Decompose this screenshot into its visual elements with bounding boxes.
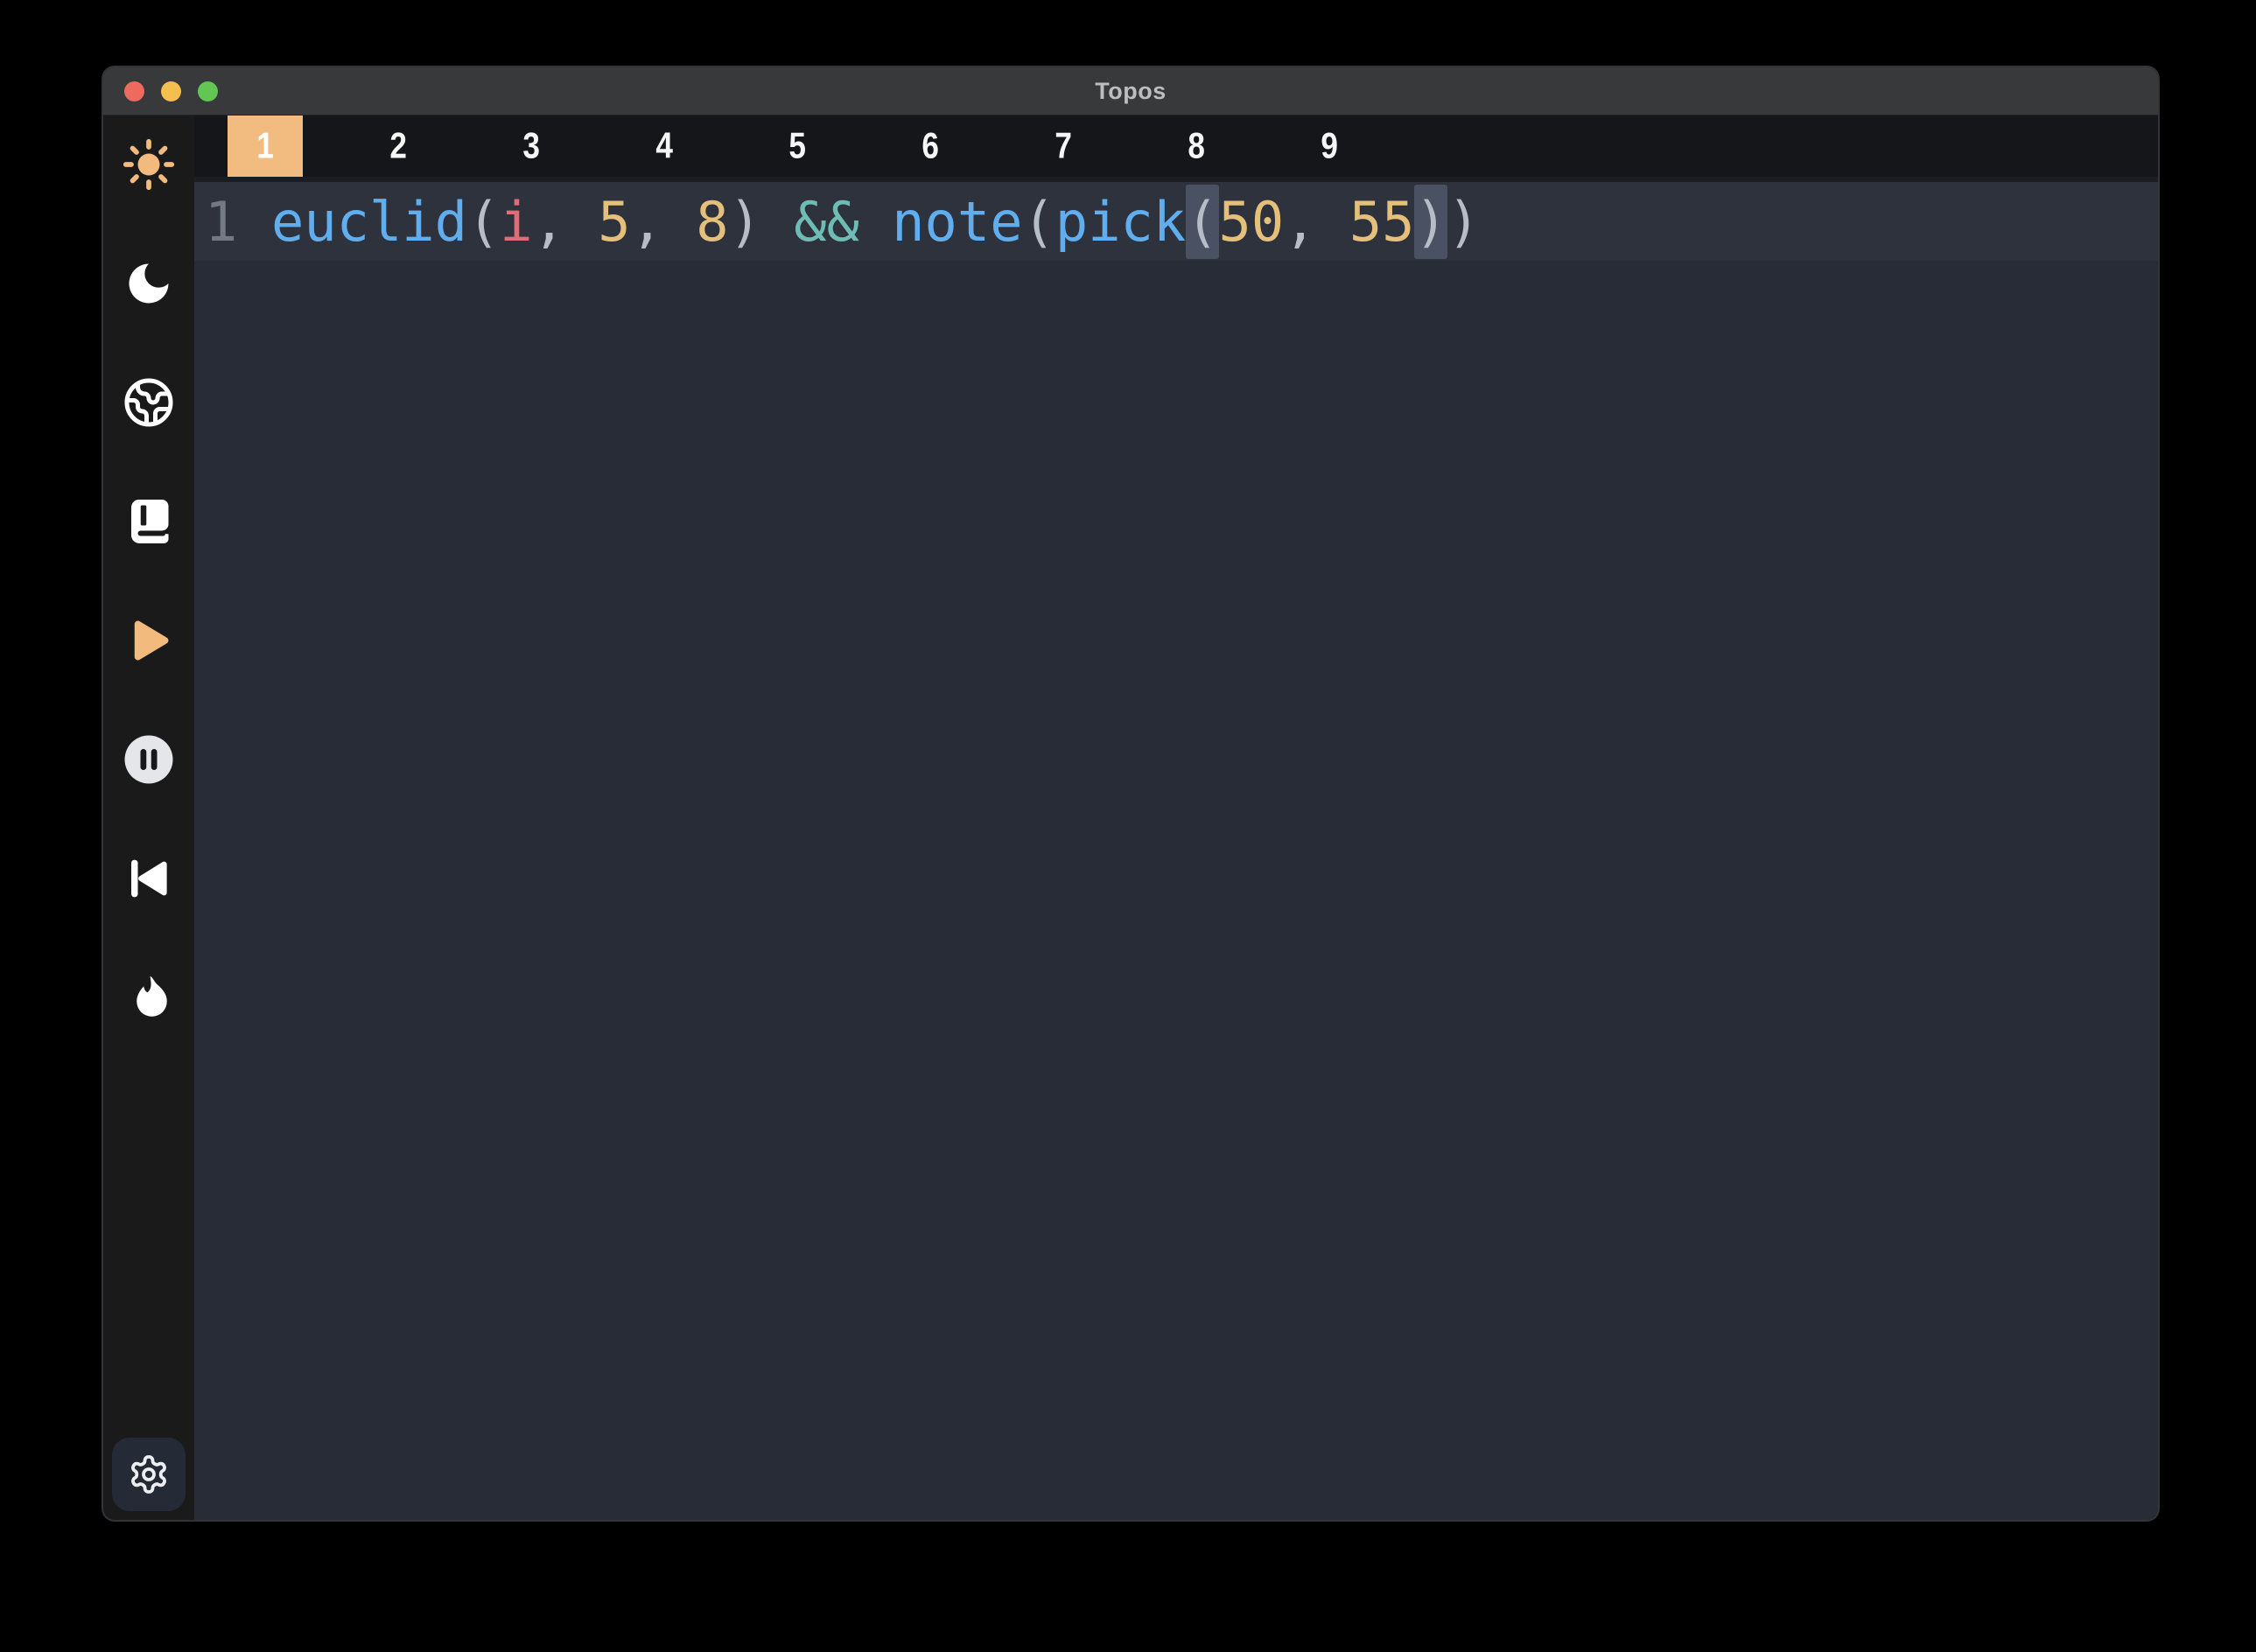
tab-label: 7 xyxy=(1054,126,1072,167)
tab-label: 2 xyxy=(389,126,407,167)
line-number: 1 xyxy=(194,190,271,254)
rewind-button[interactable] xyxy=(121,850,177,906)
sun-icon xyxy=(123,138,175,191)
code-token: , xyxy=(631,190,697,254)
code-token: note xyxy=(892,190,1022,254)
flame-icon xyxy=(123,971,175,1024)
tab-1[interactable]: 1 xyxy=(228,116,303,177)
tab-9[interactable]: 9 xyxy=(1292,116,1367,177)
code-token xyxy=(859,190,892,254)
pause-button[interactable] xyxy=(121,732,177,788)
code-token: ) xyxy=(1447,190,1480,254)
code-text: euclid(i, 5, 8) && note(pick(50, 55)) xyxy=(271,190,1480,254)
moon-icon xyxy=(123,257,175,310)
tab-label: 1 xyxy=(256,126,274,167)
code-token: , xyxy=(533,190,599,254)
code-token: ( xyxy=(467,190,500,254)
code-token: 8 xyxy=(696,190,728,254)
code-token xyxy=(761,190,794,254)
tab-5[interactable]: 5 xyxy=(760,116,835,177)
tab-bar: 1 2 3 4 5 6 7 8 9 xyxy=(194,116,2158,182)
code-token: , xyxy=(1284,190,1349,254)
flame-button[interactable] xyxy=(121,970,177,1026)
book-icon xyxy=(123,495,175,548)
code-token: && xyxy=(794,190,859,254)
topos-window: Topos 123456789 1 euclid xyxy=(103,67,2158,1520)
tab-label: 6 xyxy=(921,126,939,167)
play-button[interactable] xyxy=(121,612,177,668)
tab-label: 3 xyxy=(522,126,540,167)
tab-2[interactable]: 2 xyxy=(361,116,436,177)
globe-button[interactable] xyxy=(121,374,177,430)
settings-button[interactable] xyxy=(112,1438,186,1511)
zoom-button[interactable] xyxy=(198,81,218,102)
minimize-button[interactable] xyxy=(161,81,181,102)
docs-button[interactable] xyxy=(121,494,177,550)
play-icon xyxy=(123,614,175,667)
code-token: 50 xyxy=(1219,190,1285,254)
theme-dark-button[interactable] xyxy=(121,256,177,312)
tab-8[interactable]: 8 xyxy=(1159,116,1234,177)
code-token: 5 xyxy=(598,190,630,254)
traffic-lights xyxy=(124,67,218,115)
sidebar xyxy=(103,116,194,1520)
tab-label: 5 xyxy=(788,126,806,167)
tab-label: 4 xyxy=(655,126,673,167)
matched-bracket: ) xyxy=(1414,185,1447,259)
tab-4[interactable]: 4 xyxy=(627,116,702,177)
theme-light-button[interactable] xyxy=(121,136,177,192)
tab-7[interactable]: 7 xyxy=(1026,116,1101,177)
title-bar[interactable]: Topos xyxy=(103,67,2158,116)
close-button[interactable] xyxy=(124,81,144,102)
globe-icon xyxy=(123,376,175,429)
tab-label: 8 xyxy=(1188,126,1205,167)
code-token: 55 xyxy=(1349,190,1415,254)
matched-bracket: ( xyxy=(1186,185,1218,259)
code-token: euclid xyxy=(271,190,467,254)
code-line-1[interactable]: 1 euclid(i, 5, 8) && note(pick(50, 55)) xyxy=(194,182,2158,261)
tab-3[interactable]: 3 xyxy=(494,116,569,177)
gear-icon xyxy=(128,1453,170,1495)
tab-label: 9 xyxy=(1321,126,1338,167)
pause-icon xyxy=(123,733,175,786)
code-editor[interactable]: 1 euclid(i, 5, 8) && note(pick(50, 55)) xyxy=(194,182,2158,1520)
editor-empty-area[interactable] xyxy=(194,261,2158,1520)
window-title: Topos xyxy=(1095,78,1166,105)
code-token: i xyxy=(500,190,532,254)
code-token: pick xyxy=(1055,190,1186,254)
tab-6[interactable]: 6 xyxy=(893,116,968,177)
code-token: ) xyxy=(729,190,761,254)
skip-back-icon xyxy=(123,852,175,905)
code-token: ( xyxy=(1023,190,1055,254)
